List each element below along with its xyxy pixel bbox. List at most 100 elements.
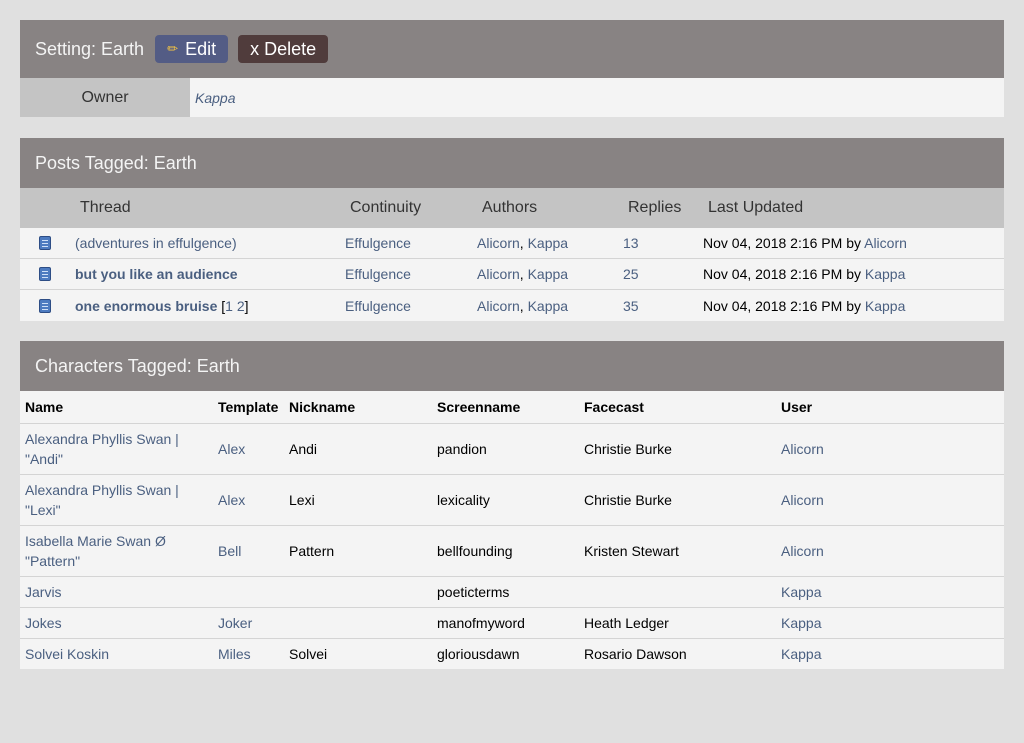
posts-table-body: (adventures in effulgence) Effulgence Alic… xyxy=(20,228,1004,321)
character-name-link[interactable]: Alexandra Phyllis Swan | "Andi" xyxy=(25,431,179,467)
character-name-cell: Alexandra Phyllis Swan | "Andi" xyxy=(20,423,213,475)
continuity-link[interactable]: Effulgence xyxy=(345,298,411,314)
character-user-cell: Kappa xyxy=(776,576,1004,608)
character-template-cell: Bell xyxy=(213,525,284,577)
last-updated-user-link[interactable]: Alicorn xyxy=(864,235,907,251)
continuity-cell: Effulgence xyxy=(340,298,472,314)
character-name-cell: Alexandra Phyllis Swan | "Lexi" xyxy=(20,474,213,526)
character-template-link[interactable]: Joker xyxy=(218,615,252,631)
replies-cell: 35 xyxy=(618,298,698,314)
character-facecast: Christie Burke xyxy=(579,423,776,475)
character-nickname xyxy=(284,576,432,608)
characters-table-body: Alexandra Phyllis Swan | "Andi" Alex Andi p… xyxy=(20,423,1004,669)
pencil-icon: ✏ xyxy=(167,41,178,56)
thread-cell: one enormous bruise [1 2] xyxy=(75,297,249,314)
character-name-cell: Solvei Koskin xyxy=(20,638,213,669)
character-user-cell: Alicorn xyxy=(776,525,1004,577)
thread-icon-cell xyxy=(20,267,70,281)
replies-cell: 25 xyxy=(618,266,698,282)
character-template-cell: Joker xyxy=(213,607,284,639)
last-updated-user-link[interactable]: Kappa xyxy=(865,298,905,314)
character-name-cell: Isabella Marie Swan Ø "Pattern" xyxy=(20,525,213,577)
continuity-cell: Effulgence xyxy=(340,235,472,251)
character-user-link[interactable]: Kappa xyxy=(781,646,821,662)
last-updated-text: Nov 04, 2018 2:16 PM by xyxy=(703,266,865,282)
edit-button[interactable]: ✏ Edit xyxy=(155,35,229,63)
page-link[interactable]: 1 xyxy=(225,298,233,314)
character-screenname: bellfounding xyxy=(432,525,579,577)
character-screenname: pandion xyxy=(432,423,579,475)
character-template-link[interactable]: Bell xyxy=(218,543,241,559)
author-link[interactable]: Kappa xyxy=(528,298,568,314)
replies-link[interactable]: 13 xyxy=(623,235,639,251)
delete-button[interactable]: x Delete xyxy=(238,35,329,63)
thread-link[interactable]: one enormous bruise xyxy=(75,298,217,314)
header-template: Template xyxy=(213,391,284,424)
character-facecast: Heath Ledger xyxy=(579,607,776,639)
header-facecast: Facecast xyxy=(579,391,776,424)
posts-row: but you like an audience Effulgence Alicor… xyxy=(20,259,1004,290)
book-icon[interactable] xyxy=(39,298,51,313)
character-name-link[interactable]: Isabella Marie Swan Ø "Pattern" xyxy=(25,533,166,569)
replies-link[interactable]: 35 xyxy=(623,298,639,314)
owner-link[interactable]: Kappa xyxy=(195,90,235,106)
character-template-cell: Miles xyxy=(213,638,284,669)
character-row: Alexandra Phyllis Swan | "Andi" Alex Andi p… xyxy=(20,423,1004,475)
character-row: Jarvis poeticterms Kappa xyxy=(20,576,1004,608)
character-template-link[interactable]: Alex xyxy=(218,492,245,508)
last-updated-cell: Nov 04, 2018 2:16 PM by Kappa xyxy=(698,266,1004,282)
characters-table-header: Name Template Nickname Screenname Faceca… xyxy=(20,391,1004,424)
header-continuity: Continuity xyxy=(350,199,422,216)
character-row: Isabella Marie Swan Ø "Pattern" Bell Patte… xyxy=(20,525,1004,577)
characters-title: Characters Tagged: Earth xyxy=(20,341,1004,391)
author-link[interactable]: Kappa xyxy=(528,235,568,251)
posts-title: Posts Tagged: Earth xyxy=(20,138,1004,188)
author-link[interactable]: Alicorn xyxy=(477,298,520,314)
continuity-cell: Effulgence xyxy=(340,266,472,282)
authors-cell: Alicorn, Kappa xyxy=(477,235,569,251)
header-name: Name xyxy=(20,391,213,424)
book-icon[interactable] xyxy=(39,236,51,250)
character-template-cell xyxy=(213,576,284,608)
character-user-cell: Kappa xyxy=(776,607,1004,639)
posts-row: (adventures in effulgence) Effulgence Alic… xyxy=(20,228,1004,259)
characters-table: Name Template Nickname Screenname Faceca… xyxy=(20,391,1004,669)
character-name-link[interactable]: Jarvis xyxy=(25,584,62,600)
page-link[interactable]: 2 xyxy=(237,298,245,314)
replies-cell: 13 xyxy=(618,235,698,251)
character-user-link[interactable]: Alicorn xyxy=(781,441,824,457)
header-authors: Authors xyxy=(482,199,538,216)
thread-icon-cell xyxy=(20,236,70,250)
character-user-link[interactable]: Alicorn xyxy=(781,492,824,508)
character-user-cell: Alicorn xyxy=(776,474,1004,526)
author-link[interactable]: Alicorn xyxy=(477,266,520,282)
thread-link[interactable]: but you like an audience xyxy=(75,266,238,282)
character-name-link[interactable]: Alexandra Phyllis Swan | "Lexi" xyxy=(25,482,179,518)
character-name-cell: Jarvis xyxy=(20,576,213,608)
character-screenname: gloriousdawn xyxy=(432,638,579,669)
last-updated-user-link[interactable]: Kappa xyxy=(865,266,905,282)
character-facecast: Rosario Dawson xyxy=(579,638,776,669)
character-screenname: poeticterms xyxy=(432,576,579,608)
author-link[interactable]: Alicorn xyxy=(477,235,520,251)
posts-panel: Posts Tagged: Earth Thread Continuity Au… xyxy=(20,138,1004,321)
header-screenname: Screenname xyxy=(432,391,579,424)
character-user-link[interactable]: Kappa xyxy=(781,615,821,631)
last-updated-text: Nov 04, 2018 2:16 PM by xyxy=(703,297,865,314)
character-name-link[interactable]: Solvei Koskin xyxy=(25,646,109,662)
last-updated-cell: Nov 04, 2018 2:16 PM by Alicorn xyxy=(698,235,1004,251)
continuity-link[interactable]: Effulgence xyxy=(345,266,411,282)
owner-label: Owner xyxy=(20,78,190,117)
owner-value-cell: Kappa xyxy=(190,78,1004,117)
author-link[interactable]: Kappa xyxy=(528,266,568,282)
replies-link[interactable]: 25 xyxy=(623,266,639,282)
header-user: User xyxy=(776,391,1004,424)
character-template-link[interactable]: Alex xyxy=(218,441,245,457)
thread-link[interactable]: (adventures in effulgence) xyxy=(75,235,237,251)
book-icon[interactable] xyxy=(39,267,51,281)
character-user-link[interactable]: Kappa xyxy=(781,584,821,600)
character-template-link[interactable]: Miles xyxy=(218,646,251,662)
character-user-link[interactable]: Alicorn xyxy=(781,543,824,559)
continuity-link[interactable]: Effulgence xyxy=(345,235,411,251)
character-name-link[interactable]: Jokes xyxy=(25,615,62,631)
